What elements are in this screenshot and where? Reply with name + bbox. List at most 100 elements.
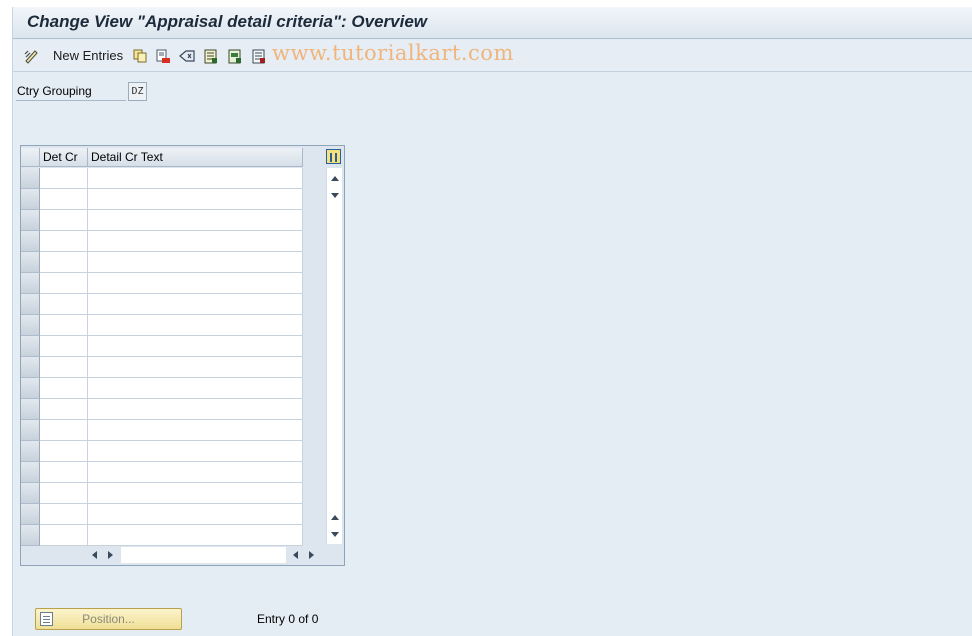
det-cr-cell[interactable] xyxy=(40,462,88,483)
detail-cr-text-cell[interactable] xyxy=(88,483,303,504)
det-cr-cell[interactable] xyxy=(40,399,88,420)
det-cr-cell[interactable] xyxy=(40,189,88,210)
edit-pencil-icon[interactable] xyxy=(23,47,41,65)
detail-cr-text-cell[interactable] xyxy=(88,294,303,315)
detail-cr-text-cell[interactable] xyxy=(88,315,303,336)
det-cr-cell[interactable] xyxy=(40,504,88,525)
vertical-scrollbar[interactable] xyxy=(326,168,342,544)
detail-cr-text-cell[interactable] xyxy=(88,504,303,525)
row-selector[interactable] xyxy=(21,378,40,399)
watermark-text: www.tutorialkart.com xyxy=(272,41,514,65)
select-block-icon[interactable] xyxy=(226,47,244,65)
table-row xyxy=(21,462,303,483)
row-selector[interactable] xyxy=(21,294,40,315)
entry-count-text: Entry 0 of 0 xyxy=(257,612,319,626)
application-toolbar: New Entries www.tutorialkart.com xyxy=(13,40,972,72)
scroll-left-icon[interactable] xyxy=(92,551,97,559)
select-all-rows-cell[interactable] xyxy=(21,148,40,167)
new-entries-button[interactable]: New Entries xyxy=(53,48,123,63)
detail-cr-text-cell[interactable] xyxy=(88,357,303,378)
detail-cr-text-cell[interactable] xyxy=(88,420,303,441)
det-cr-cell[interactable] xyxy=(40,294,88,315)
det-cr-cell[interactable] xyxy=(40,315,88,336)
detail-cr-text-cell[interactable] xyxy=(88,252,303,273)
table-row xyxy=(21,378,303,399)
row-selector[interactable] xyxy=(21,357,40,378)
row-selector[interactable] xyxy=(21,483,40,504)
detail-cr-text-cell[interactable] xyxy=(88,210,303,231)
row-selector[interactable] xyxy=(21,525,40,546)
detail-cr-text-cell[interactable] xyxy=(88,273,303,294)
det-cr-cell[interactable] xyxy=(40,252,88,273)
row-selector[interactable] xyxy=(21,399,40,420)
row-selector[interactable] xyxy=(21,210,40,231)
det-cr-cell[interactable] xyxy=(40,483,88,504)
det-cr-cell[interactable] xyxy=(40,336,88,357)
position-button[interactable]: Position... xyxy=(35,608,182,630)
detail-cr-text-cell[interactable] xyxy=(88,399,303,420)
deselect-all-icon[interactable] xyxy=(250,47,268,65)
sap-window: Change View "Appraisal detail criteria":… xyxy=(12,7,972,636)
det-cr-cell[interactable] xyxy=(40,378,88,399)
row-selector[interactable] xyxy=(21,315,40,336)
table-row xyxy=(21,420,303,441)
position-button-label: Position... xyxy=(82,612,135,626)
detail-cr-text-cell[interactable] xyxy=(88,189,303,210)
title-bar: Change View "Appraisal detail criteria":… xyxy=(13,7,972,39)
table-row xyxy=(21,189,303,210)
detail-cr-text-cell[interactable] xyxy=(88,378,303,399)
row-selector[interactable] xyxy=(21,252,40,273)
det-cr-cell[interactable] xyxy=(40,273,88,294)
horizontal-scrollbar[interactable] xyxy=(88,547,324,563)
delete-icon[interactable] xyxy=(154,47,172,65)
table-row xyxy=(21,504,303,525)
copy-icon[interactable] xyxy=(131,47,149,65)
horizontal-scroll-track[interactable] xyxy=(121,547,286,563)
ctry-grouping-field[interactable]: DZ xyxy=(128,82,147,101)
detail-cr-text-cell[interactable] xyxy=(88,525,303,546)
row-selector[interactable] xyxy=(21,273,40,294)
table-row xyxy=(21,210,303,231)
row-selector[interactable] xyxy=(21,168,40,189)
scroll-right-icon[interactable] xyxy=(108,551,113,559)
det-cr-cell[interactable] xyxy=(40,525,88,546)
scroll-up-icon[interactable] xyxy=(331,176,339,181)
det-cr-cell[interactable] xyxy=(40,420,88,441)
detail-cr-text-cell[interactable] xyxy=(88,231,303,252)
det-cr-cell[interactable] xyxy=(40,210,88,231)
table-row xyxy=(21,252,303,273)
table-row xyxy=(21,168,303,189)
detail-cr-text-cell[interactable] xyxy=(88,441,303,462)
table-body xyxy=(21,168,303,546)
select-all-icon[interactable] xyxy=(202,47,220,65)
scroll-down-icon[interactable] xyxy=(331,193,339,198)
table-row xyxy=(21,336,303,357)
table-row xyxy=(21,399,303,420)
det-cr-cell[interactable] xyxy=(40,231,88,252)
detail-cr-text-cell[interactable] xyxy=(88,336,303,357)
row-selector[interactable] xyxy=(21,420,40,441)
table-row xyxy=(21,231,303,252)
table-row xyxy=(21,525,303,546)
row-selector[interactable] xyxy=(21,189,40,210)
row-selector[interactable] xyxy=(21,336,40,357)
scroll-page-up-icon[interactable] xyxy=(331,515,339,520)
scroll-right-end-icon[interactable] xyxy=(309,551,314,559)
table-row xyxy=(21,315,303,336)
det-cr-cell[interactable] xyxy=(40,441,88,462)
table-settings-icon[interactable] xyxy=(326,149,341,164)
row-selector[interactable] xyxy=(21,231,40,252)
undo-icon[interactable] xyxy=(178,47,196,65)
column-header-detail-cr-text[interactable]: Detail Cr Text xyxy=(88,148,303,167)
scroll-page-down-icon[interactable] xyxy=(331,532,339,537)
scroll-left-end-icon[interactable] xyxy=(293,551,298,559)
detail-cr-text-cell[interactable] xyxy=(88,168,303,189)
det-cr-cell[interactable] xyxy=(40,357,88,378)
column-header-det-cr[interactable]: Det Cr xyxy=(40,148,88,167)
row-selector[interactable] xyxy=(21,504,40,525)
row-selector[interactable] xyxy=(21,441,40,462)
det-cr-cell[interactable] xyxy=(40,168,88,189)
table-header: Det Cr Detail Cr Text xyxy=(21,148,303,167)
row-selector[interactable] xyxy=(21,462,40,483)
detail-cr-text-cell[interactable] xyxy=(88,462,303,483)
